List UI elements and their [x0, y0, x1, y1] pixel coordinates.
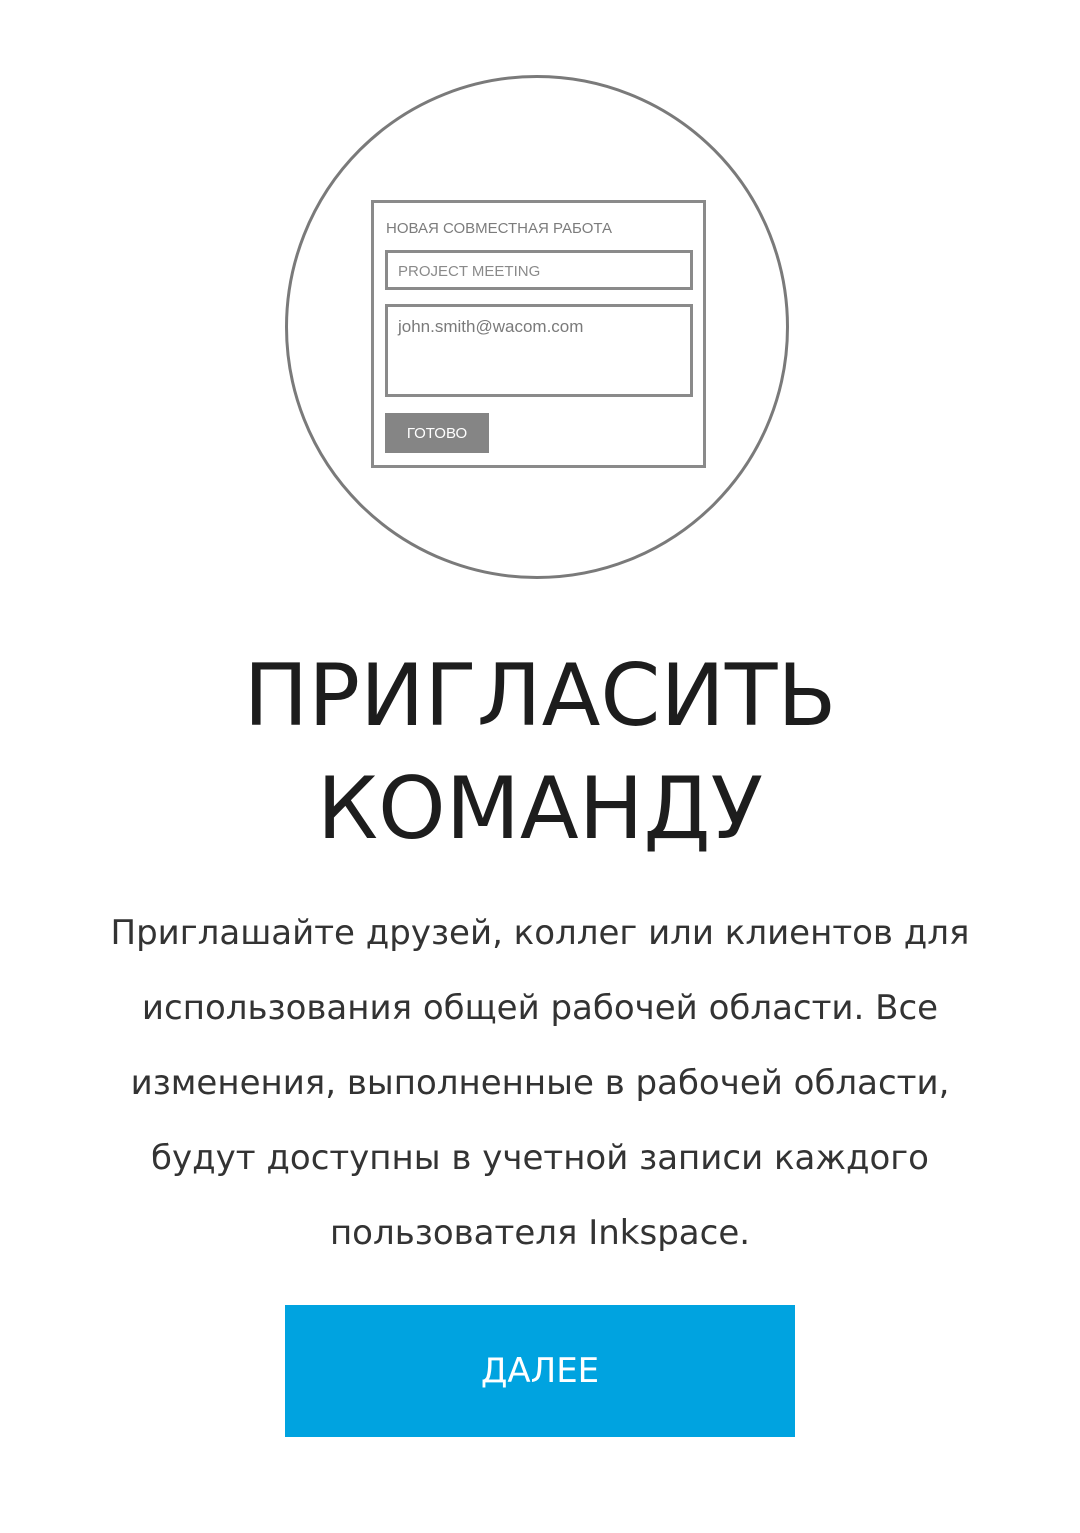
- page-title-line-2: КОМАНДУ: [316, 759, 764, 859]
- description-line-2: использования общей рабочей области. Все: [141, 988, 939, 1028]
- description-line-1: Приглашайте друзей, коллег или клиентов …: [110, 913, 970, 953]
- illustration-email-value: john.smith@wacom.com: [398, 317, 584, 336]
- illustration-name-field: PROJECT MEETING: [385, 250, 693, 290]
- description-line-4: будут доступны в учетной записи каждого: [151, 1138, 929, 1178]
- page-title-line-1: ПРИГЛАСИТЬ: [243, 646, 837, 746]
- illustration-form: НОВАЯ СОВМЕСТНАЯ РАБОТА PROJECT MEETING …: [371, 200, 706, 468]
- next-button[interactable]: ДАЛЕЕ: [285, 1305, 795, 1437]
- illustration-done-button: ГОТОВО: [385, 413, 489, 453]
- description-line-5: пользователя Inkspace.: [329, 1213, 751, 1253]
- illustration-name-value: PROJECT MEETING: [398, 263, 541, 280]
- page-title: ПРИГЛАСИТЬ КОМАНДУ: [0, 640, 1080, 866]
- illustration-email-field: john.smith@wacom.com: [385, 304, 693, 397]
- illustration-form-title: НОВАЯ СОВМЕСТНАЯ РАБОТА: [386, 220, 613, 237]
- description: Приглашайте друзей, коллег или клиентов …: [40, 896, 1040, 1271]
- description-line-3: изменения, выполненные в рабочей области…: [130, 1063, 950, 1103]
